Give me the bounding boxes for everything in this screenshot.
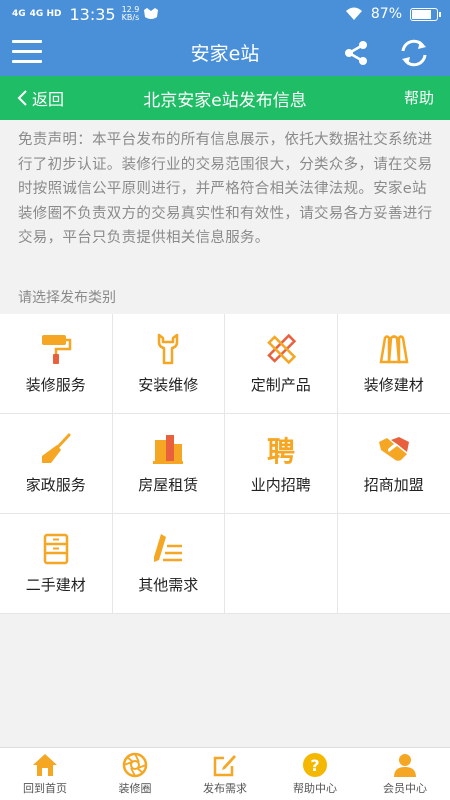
network-speed: 12.9 KB/s: [122, 6, 140, 22]
nav-member-center[interactable]: 会员中心: [360, 748, 450, 800]
category-housekeeping[interactable]: 家政服务: [0, 414, 113, 514]
pencil-ruler-icon: [266, 333, 296, 365]
category-other-needs[interactable]: 其他需求: [112, 514, 225, 614]
nav-help-center[interactable]: ? 帮助中心: [270, 748, 360, 800]
category-building-materials[interactable]: 装修建材: [337, 314, 450, 414]
battery-icon: [410, 7, 441, 21]
empty-cell: [225, 514, 338, 614]
network-indicator-2: 4G HD: [29, 8, 62, 19]
broom-icon: [41, 433, 71, 463]
disclaimer-text: 免责声明：本平台发布的所有信息展示，依托大数据社交系统进行了初步认证。装修行业的…: [18, 132, 433, 246]
refresh-icon[interactable]: [398, 38, 430, 68]
category-renovation-service[interactable]: 装修服务: [0, 314, 113, 414]
category-label: 安装维修: [138, 376, 199, 394]
category-label: 装修服务: [25, 376, 86, 394]
network-speed-unit: KB/s: [121, 13, 140, 22]
category-grid: 装修服务 安装维修 定制产品 装修建材 家政服务 房屋租赁 聘 业内招聘 招商加…: [0, 314, 450, 614]
home-icon: [33, 754, 57, 776]
wrench-icon: [158, 333, 179, 365]
nav-label: 装修圈: [118, 782, 152, 795]
handshake-icon: [378, 437, 409, 461]
nav-renovation-circle[interactable]: 装修圈: [90, 748, 180, 800]
aperture-icon: [122, 752, 148, 778]
wifi-icon: [345, 7, 362, 20]
category-custom-products[interactable]: 定制产品: [225, 314, 338, 414]
building-materials-icon: [379, 335, 409, 364]
category-label: 装修建材: [363, 376, 424, 394]
bottom-nav: 回到首页 装修圈 发布需求 ? 帮助中心 会员中心: [0, 747, 450, 800]
empty-cell: [337, 514, 450, 614]
svg-text:?: ?: [310, 756, 319, 775]
app-bar: 安家e站: [0, 28, 450, 76]
status-time: 13:35: [69, 4, 116, 24]
help-button[interactable]: 帮助: [404, 76, 434, 120]
list-pen-icon: [154, 534, 183, 562]
category-label: 家政服务: [25, 476, 86, 494]
nav-label: 发布需求: [203, 782, 247, 795]
chevron-left-icon: [17, 90, 27, 106]
notification-icon: [144, 8, 159, 19]
buildings-icon: [153, 435, 184, 464]
network-indicator-1: 4G: [12, 8, 26, 19]
category-label: 其他需求: [138, 576, 199, 594]
category-recruitment[interactable]: 聘 业内招聘: [225, 414, 338, 514]
paint-roller-icon: [41, 335, 71, 364]
nav-label: 帮助中心: [293, 782, 337, 795]
edit-icon: [213, 755, 236, 777]
back-label: 返回: [32, 90, 65, 109]
category-label: 业内招聘: [250, 476, 311, 494]
cabinet-icon: [43, 533, 68, 565]
page-header-bar: 返回 北京安家e站发布信息 帮助: [0, 76, 450, 120]
category-house-rental[interactable]: 房屋租赁: [112, 414, 225, 514]
app-title: 安家e站: [190, 42, 260, 65]
category-install-repair[interactable]: 安装维修: [112, 314, 225, 414]
back-button[interactable]: 返回: [16, 76, 64, 120]
page-title: 北京安家e站发布信息: [143, 90, 307, 111]
category-label: 房屋租赁: [138, 476, 199, 494]
section-label: 请选择发布类别: [18, 290, 116, 306]
category-label: 招商加盟: [363, 476, 424, 494]
nav-label: 回到首页: [23, 782, 67, 795]
battery-percent: 87%: [370, 6, 402, 22]
nav-home[interactable]: 回到首页: [0, 748, 90, 800]
share-icon[interactable]: [342, 39, 370, 67]
recruit-icon: 聘: [267, 435, 295, 466]
category-label: 二手建材: [25, 576, 86, 594]
help-icon: ?: [303, 753, 327, 777]
category-label: 定制产品: [250, 376, 311, 394]
svg-text:聘: 聘: [267, 435, 295, 466]
status-bar: 4G 4G HD 13:35 12.9 KB/s 87%: [0, 0, 450, 28]
category-used-materials[interactable]: 二手建材: [0, 514, 113, 614]
user-icon: [394, 754, 416, 777]
nav-label: 会员中心: [383, 782, 427, 795]
battery-level: [412, 9, 432, 19]
nav-publish[interactable]: 发布需求: [180, 748, 270, 800]
category-franchise[interactable]: 招商加盟: [337, 414, 450, 514]
